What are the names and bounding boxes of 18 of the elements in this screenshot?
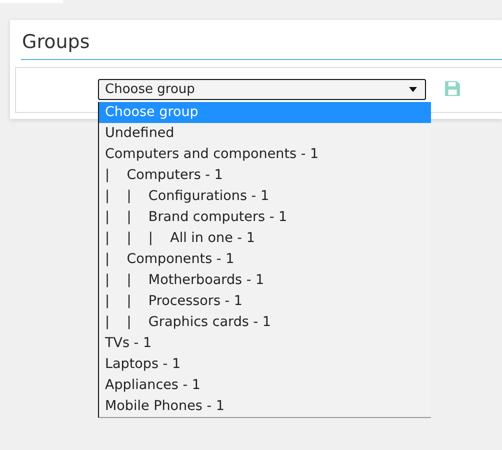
dropdown-option[interactable]: | | Motherboards - 1: [99, 270, 431, 291]
dropdown-option[interactable]: Laptops - 1: [99, 354, 431, 375]
dropdown-option[interactable]: | Computers - 1: [99, 165, 431, 186]
dropdown-option[interactable]: Appliances - 1: [99, 375, 431, 396]
dropdown-option[interactable]: | | Graphics cards - 1: [99, 312, 431, 333]
dropdown-option[interactable]: | Components - 1: [99, 249, 431, 270]
dropdown-option[interactable]: | | Processors - 1: [99, 291, 431, 312]
dropdown-option[interactable]: | | Configurations - 1: [99, 186, 431, 207]
dropdown-option[interactable]: Computers and components - 1: [99, 144, 431, 165]
caret-icon: [409, 86, 417, 92]
save-icon[interactable]: [444, 80, 461, 97]
group-select[interactable]: Choose group: [98, 78, 426, 100]
dropdown-option[interactable]: | | | All in one - 1: [99, 228, 431, 249]
dropdown-option[interactable]: Mobile Phones - 1: [99, 396, 431, 417]
panel-title: Groups: [21, 31, 502, 60]
dropdown-option[interactable]: Undefined: [99, 123, 431, 144]
dropdown-option[interactable]: TVs - 1: [99, 333, 431, 354]
dropdown-option[interactable]: | | Brand computers - 1: [99, 207, 431, 228]
